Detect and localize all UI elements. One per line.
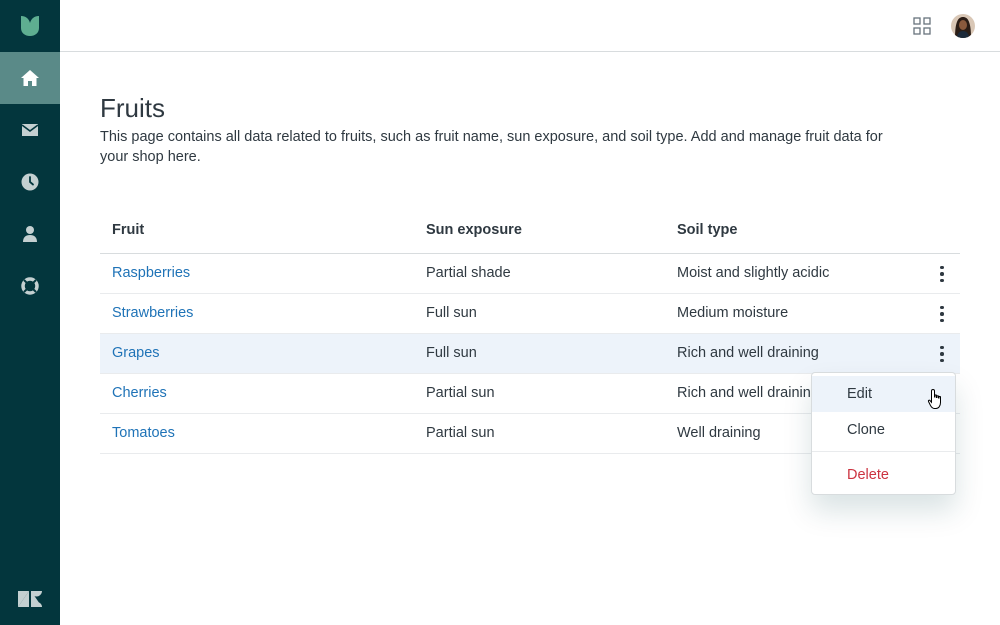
home-icon xyxy=(21,70,39,86)
avatar[interactable] xyxy=(951,14,975,38)
clock-icon xyxy=(21,173,39,191)
table-row: Grapes Full sun Rich and well draining xyxy=(100,334,960,374)
overflow-menu-icon[interactable] xyxy=(936,344,948,364)
nav-mail[interactable] xyxy=(0,104,60,156)
table-row: Raspberries Partial shade Moist and slig… xyxy=(100,254,960,294)
nav-history[interactable] xyxy=(0,156,60,208)
mail-icon xyxy=(21,124,39,136)
menu-item-clone[interactable]: Clone xyxy=(812,412,955,448)
soil-type-cell: Well draining xyxy=(677,425,761,441)
top-header xyxy=(60,0,1000,52)
soil-type-cell: Rich and well draining xyxy=(677,385,819,401)
lifebuoy-icon xyxy=(21,277,39,295)
sun-exposure-cell: Partial sun xyxy=(426,425,495,441)
page-description: This page contains all data related to f… xyxy=(100,129,883,165)
nav-support[interactable] xyxy=(0,260,60,312)
soil-type-cell: Rich and well draining xyxy=(677,345,819,361)
row-actions-menu: Edit Clone Delete xyxy=(811,372,956,495)
overflow-menu-icon[interactable] xyxy=(936,304,948,324)
sun-exposure-cell: Full sun xyxy=(426,305,477,321)
column-header-fruit[interactable]: Fruit xyxy=(112,222,144,238)
overflow-menu-icon[interactable] xyxy=(936,264,948,284)
menu-divider xyxy=(812,451,955,452)
table-row: Strawberries Full sun Medium moisture xyxy=(100,294,960,334)
fruit-link[interactable]: Strawberries xyxy=(112,305,193,321)
sidebar xyxy=(0,0,60,625)
page-title: Fruits xyxy=(100,93,165,123)
menu-item-delete[interactable]: Delete xyxy=(812,457,955,493)
fruit-link[interactable]: Tomatoes xyxy=(112,425,175,441)
fruit-link[interactable]: Cherries xyxy=(112,385,167,401)
nav-users[interactable] xyxy=(0,208,60,260)
nav-home[interactable] xyxy=(0,52,60,104)
leaf-logo-icon[interactable] xyxy=(0,0,60,52)
grid-icon[interactable] xyxy=(912,16,932,36)
soil-type-cell: Moist and slightly acidic xyxy=(677,265,830,281)
sun-exposure-cell: Partial shade xyxy=(426,265,511,281)
fruit-link[interactable]: Raspberries xyxy=(112,265,190,281)
column-header-sun-exposure[interactable]: Sun exposure xyxy=(426,222,522,238)
sun-exposure-cell: Full sun xyxy=(426,345,477,361)
soil-type-cell: Medium moisture xyxy=(677,305,789,321)
column-header-soil-type[interactable]: Soil type xyxy=(677,222,737,238)
fruit-link[interactable]: Grapes xyxy=(112,345,160,361)
menu-item-edit[interactable]: Edit xyxy=(812,376,955,412)
zendesk-logo-icon xyxy=(0,573,60,625)
sun-exposure-cell: Partial sun xyxy=(426,385,495,401)
person-icon xyxy=(23,226,37,242)
table-header: Fruit Sun exposure Soil type xyxy=(100,210,960,254)
